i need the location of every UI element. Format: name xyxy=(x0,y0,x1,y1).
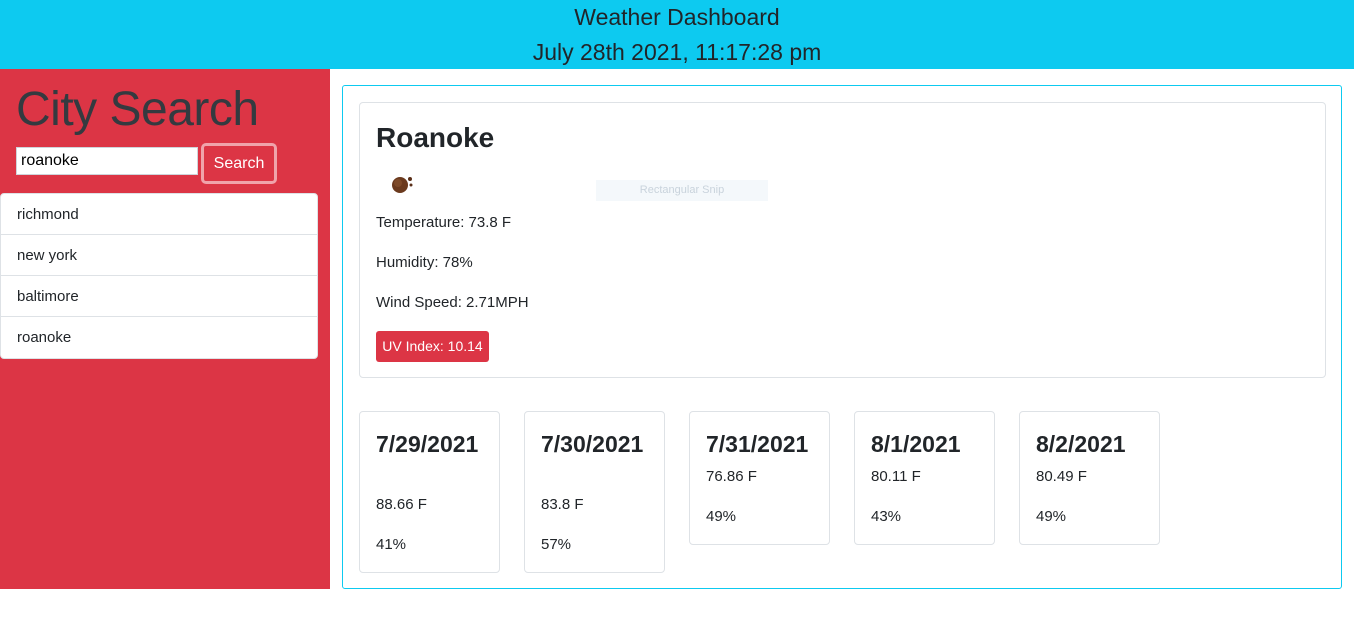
search-button[interactable]: Search xyxy=(201,143,277,184)
history-item-roanoke[interactable]: roanoke xyxy=(1,317,317,358)
forecast-date: 7/31/2021 xyxy=(706,431,809,457)
current-datetime: July 28th 2021, 11:17:28 pm xyxy=(532,39,822,65)
sidebar-heading: City Search xyxy=(16,83,259,136)
forecast-temp: 80.11 F xyxy=(871,468,921,485)
forecast-humidity: 43% xyxy=(871,508,902,525)
history-item-baltimore[interactable]: baltimore xyxy=(1,276,317,317)
weather-icon xyxy=(390,173,414,195)
forecast-humidity: 49% xyxy=(1036,508,1067,525)
page-title: Weather Dashboard xyxy=(574,4,780,30)
current-wind-speed: Wind Speed: 2.71MPH xyxy=(376,294,529,311)
history-item-richmond[interactable]: richmond xyxy=(1,194,317,235)
search-history-list: richmond new york baltimore roanoke xyxy=(0,193,318,359)
forecast-card: 8/1/2021 80.11 F 43% xyxy=(854,411,995,545)
history-item-new-york[interactable]: new york xyxy=(1,235,317,276)
forecast-temp: 88.66 F xyxy=(376,496,427,513)
forecast-card: 7/29/2021 88.66 F 41% xyxy=(359,411,500,573)
forecast-card: 7/31/2021 76.86 F 49% xyxy=(689,411,830,545)
forecast-temp: 83.8 F xyxy=(541,496,584,513)
forecast-date: 8/2/2021 xyxy=(1036,431,1126,457)
forecast-date: 7/30/2021 xyxy=(541,431,644,457)
sidebar: City Search Search richmond new york bal… xyxy=(0,69,330,589)
forecast-date: 8/1/2021 xyxy=(871,431,961,457)
forecast-humidity: 57% xyxy=(541,536,572,553)
snip-overlay-label: Rectangular Snip xyxy=(596,180,768,201)
forecast-card: 8/2/2021 80.49 F 49% xyxy=(1019,411,1160,545)
page-header: Weather Dashboard July 28th 2021, 11:17:… xyxy=(0,0,1354,69)
forecast-humidity: 49% xyxy=(706,508,737,525)
current-humidity: Humidity: 78% xyxy=(376,254,473,271)
main-content: Roanoke Rectangular Snip Temperature: 73… xyxy=(342,85,1342,589)
current-city-name: Roanoke xyxy=(376,122,495,153)
current-weather-card: Roanoke Rectangular Snip Temperature: 73… xyxy=(359,102,1326,378)
current-temperature: Temperature: 73.8 F xyxy=(376,214,512,231)
uv-index-badge: UV Index: 10.14 xyxy=(376,331,489,362)
city-search-input[interactable] xyxy=(16,147,198,175)
forecast-date: 7/29/2021 xyxy=(376,431,479,457)
forecast-humidity: 41% xyxy=(376,536,407,553)
forecast-temp: 76.86 F xyxy=(706,468,757,485)
forecast-card: 7/30/2021 83.8 F 57% xyxy=(524,411,665,573)
forecast-temp: 80.49 F xyxy=(1036,468,1087,485)
